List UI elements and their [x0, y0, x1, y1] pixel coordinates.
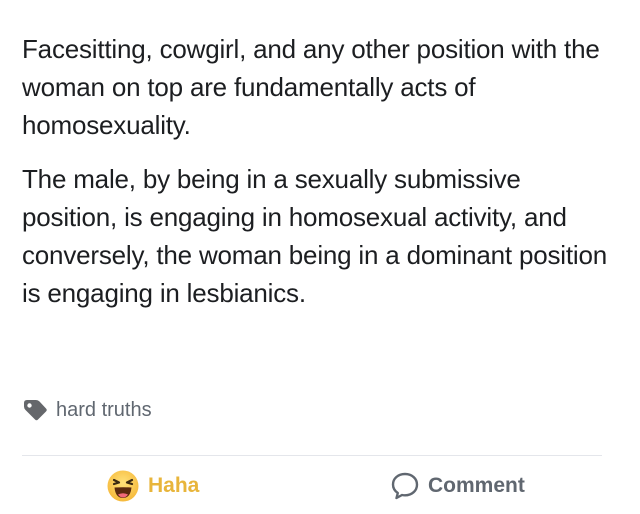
topic-tag[interactable]: hard truths [22, 394, 152, 426]
tag-label: hard truths [56, 398, 152, 421]
haha-label: Haha [148, 474, 200, 497]
tag-icon [22, 398, 48, 422]
post-card: Facesitting, cowgirl, and any other posi… [0, 0, 640, 514]
comment-button[interactable]: Comment [390, 468, 525, 504]
comment-label: Comment [428, 474, 525, 497]
haha-reaction-button[interactable]: Haha [106, 468, 199, 504]
post-body: Facesitting, cowgirl, and any other posi… [22, 30, 622, 312]
haha-emoji-icon [106, 469, 140, 503]
action-divider [22, 455, 602, 456]
post-paragraph-2: The male, by being in a sexually submiss… [22, 164, 607, 308]
post-paragraph-1: Facesitting, cowgirl, and any other posi… [22, 34, 600, 140]
action-bar: Haha Comment [0, 462, 640, 510]
comment-bubble-icon [390, 471, 420, 501]
